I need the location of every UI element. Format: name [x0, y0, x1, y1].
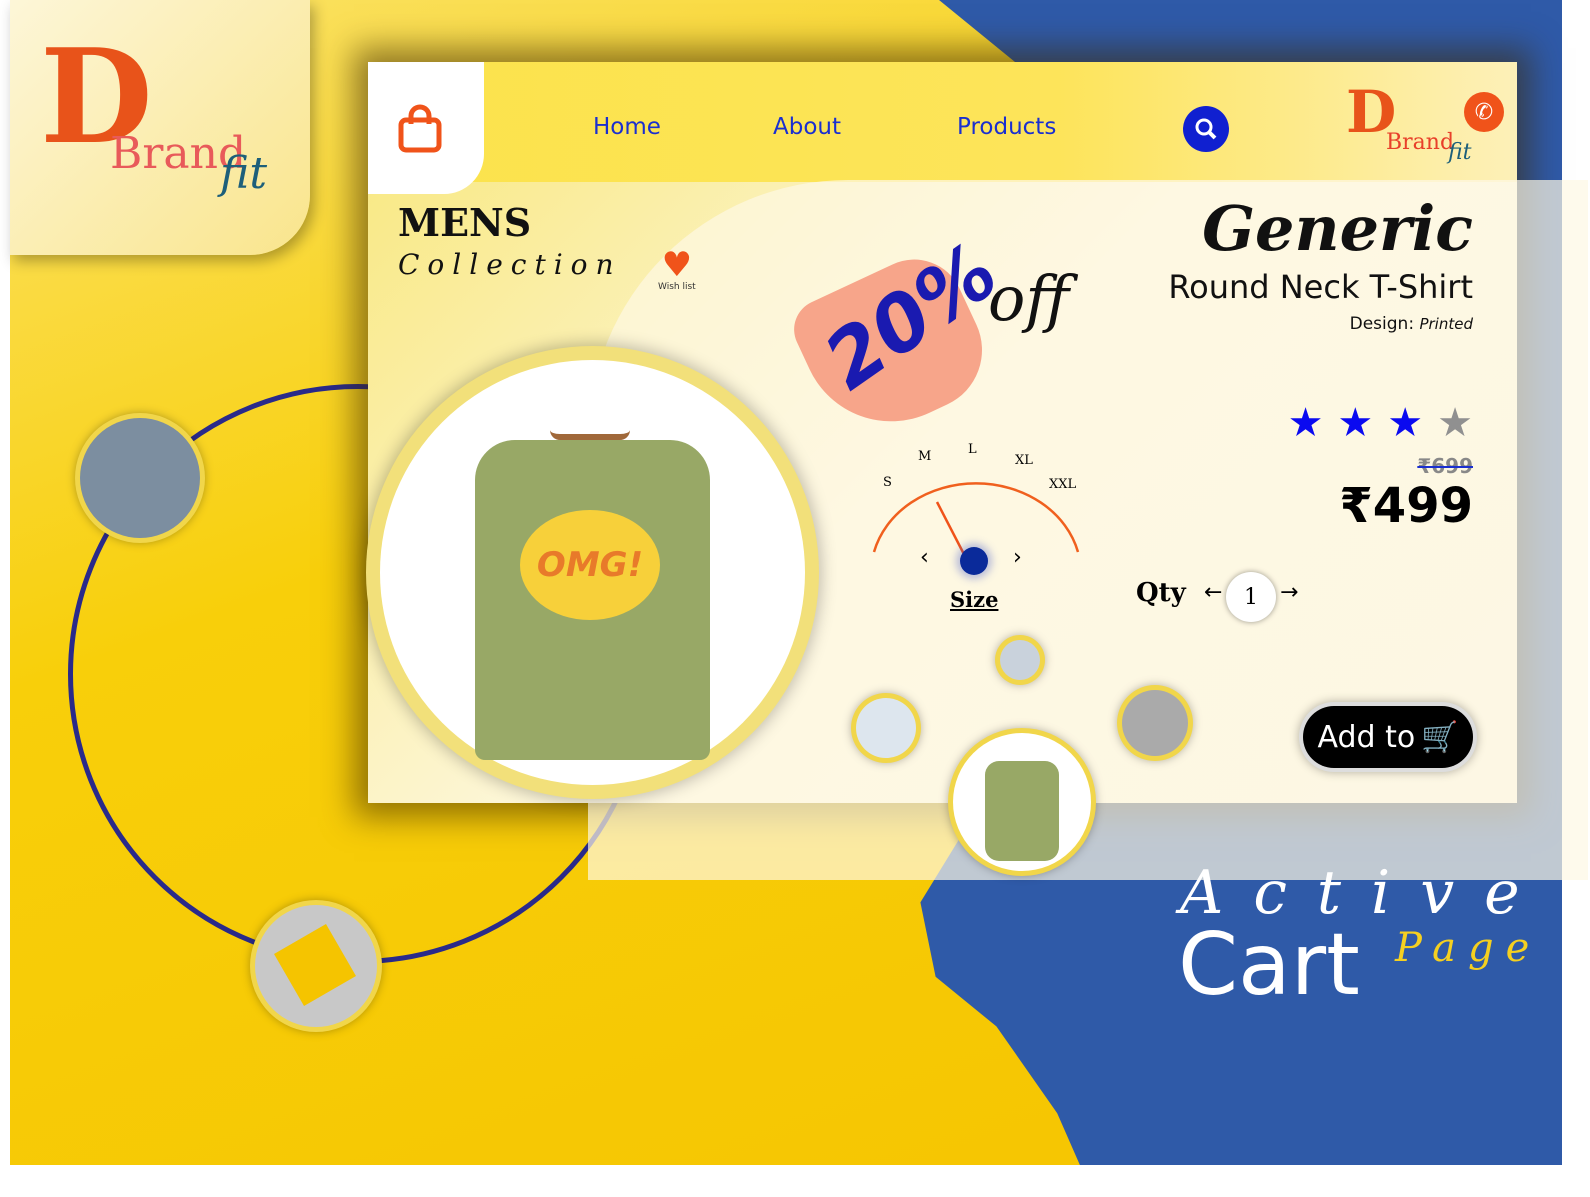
thumbnail-mockup-shirt[interactable]: [255, 905, 377, 1027]
size-next-icon[interactable]: ›: [1013, 545, 1022, 570]
qty-label: Qty: [1136, 578, 1186, 608]
design-value: Printed: [1419, 315, 1473, 333]
add-to-cart-button[interactable]: Add to 🛒: [1303, 706, 1473, 768]
product-name: Round Neck T-Shirt: [1168, 268, 1473, 306]
wishlist-button[interactable]: ♥ Wish list: [658, 248, 696, 292]
thumbnail-sweatshirt-selected[interactable]: [953, 733, 1091, 871]
hanger-icon: [550, 380, 630, 440]
star-filled-icon: ★: [1337, 400, 1388, 446]
brand-logo: D Brand fit: [10, 0, 310, 255]
shopping-bag-icon: [398, 104, 442, 153]
size-knob[interactable]: [960, 547, 988, 575]
product-image: OMG!: [380, 360, 805, 785]
qty-value: 1: [1244, 584, 1258, 610]
size-gauge[interactable]: S M L XL XXL ‹ ›: [868, 437, 1088, 597]
collection-subtitle: Collection: [398, 248, 622, 281]
size-option-m[interactable]: M: [918, 449, 931, 464]
shirt-print: OMG!: [520, 510, 660, 620]
nav-home[interactable]: Home: [593, 114, 661, 140]
tagline-page: Page: [1395, 925, 1542, 971]
tagline-cart: Cart: [1178, 915, 1360, 1015]
header: Home About Products D Brand fit ✆: [368, 62, 1517, 194]
search-icon: [1195, 118, 1217, 140]
header-logo-suffix: fit: [1448, 140, 1472, 165]
current-price: ₹499: [1339, 478, 1473, 534]
phone-button[interactable]: ✆: [1464, 92, 1504, 132]
size-label: Size: [950, 587, 999, 612]
cart-bag-button[interactable]: [368, 62, 484, 194]
cart-icon: 🛒: [1421, 719, 1459, 755]
sweatshirt-image: OMG!: [475, 440, 710, 760]
nav-about[interactable]: About: [773, 114, 841, 140]
search-button[interactable]: [1183, 106, 1229, 152]
size-option-l[interactable]: L: [968, 442, 977, 457]
nav-products[interactable]: Products: [957, 114, 1056, 140]
design-label: Design:: [1349, 314, 1415, 334]
qty-input[interactable]: 1: [1226, 572, 1276, 622]
header-logo-name: Brand: [1386, 130, 1455, 155]
rating-stars: ★★★★: [1288, 400, 1473, 446]
logo-suffix: fit: [220, 148, 268, 199]
size-option-xxl[interactable]: XXL: [1049, 477, 1076, 492]
heart-plus-icon: ♥: [661, 245, 693, 285]
collection-title: MENS: [398, 200, 532, 245]
star-filled-icon: ★: [1387, 400, 1438, 446]
qty-decrease-icon[interactable]: ←: [1204, 580, 1222, 605]
wishlist-label: Wish list: [658, 282, 696, 292]
discount-suffix: off: [988, 262, 1070, 335]
star-filled-icon: ★: [1287, 400, 1338, 446]
thumbnail-bag[interactable]: [80, 418, 200, 538]
phone-icon: ✆: [1474, 99, 1494, 125]
thumbnail-hoodie[interactable]: [1000, 640, 1040, 680]
size-prev-icon[interactable]: ‹: [920, 545, 929, 570]
thumbnail-tshirt-yellow[interactable]: [1122, 690, 1188, 756]
old-price: ₹699: [1417, 454, 1473, 478]
star-empty-icon: ★: [1437, 400, 1473, 446]
size-option-s[interactable]: S: [883, 475, 892, 490]
add-to-cart-label: Add to: [1317, 719, 1416, 755]
product-design: Design: Printed: [1350, 314, 1473, 334]
product-brand: Generic: [1202, 192, 1473, 265]
size-option-xl[interactable]: XL: [1015, 453, 1033, 468]
thumbnail-tshirt-blue[interactable]: [856, 698, 916, 758]
qty-increase-icon[interactable]: →: [1280, 580, 1298, 605]
